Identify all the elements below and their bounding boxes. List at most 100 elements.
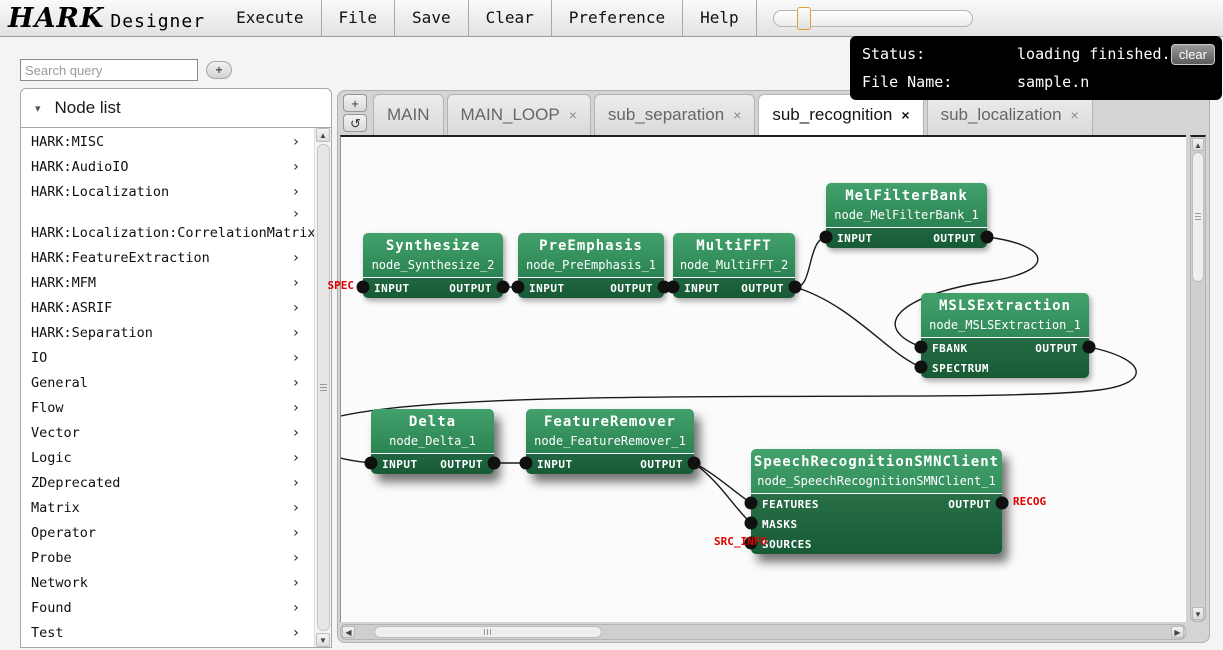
node-SpeechRecognitionSMNClient[interactable]: SpeechRecognitionSMNClientnode_SpeechRec… xyxy=(751,449,1002,554)
flow-canvas[interactable]: Synthesizenode_Synthesize_2INPUTOUTPUTPr… xyxy=(340,135,1186,622)
chevron-right-icon: › xyxy=(292,296,300,321)
node-ports: INPUTOUTPUT xyxy=(826,227,987,248)
search-add-button[interactable]: + xyxy=(206,61,232,79)
sidebar-item-flow[interactable]: ›Flow xyxy=(21,396,314,421)
output-port-label: OUTPUT xyxy=(640,458,683,471)
sidebar-item-label: Logic xyxy=(31,450,72,466)
menu-item-file[interactable]: File xyxy=(322,0,396,36)
input-port-label: FBANK xyxy=(932,342,968,355)
node-title: Delta xyxy=(371,409,494,433)
sidebar-item-hark-asrif[interactable]: ›HARK:ASRIF xyxy=(21,296,314,321)
hark-designer-app: HARK Designer ExecuteFileSaveClearPrefer… xyxy=(0,0,1223,650)
sidebar-item-label: HARK:Localization xyxy=(31,184,169,200)
sidebar-item-vector[interactable]: ›Vector xyxy=(21,421,314,446)
external-port-label: SPEC xyxy=(328,279,355,292)
node-title: MultiFFT xyxy=(673,233,795,257)
node-MSLSExtraction[interactable]: MSLSExtractionnode_MSLSExtraction_1FBANK… xyxy=(921,293,1089,378)
reload-icon[interactable]: ↺ xyxy=(343,114,367,132)
tab-sub_localization[interactable]: sub_localization× xyxy=(927,94,1093,135)
search-row: + xyxy=(20,58,332,82)
add-sheet-button[interactable]: + xyxy=(343,94,367,112)
canvas-vscrollbar[interactable]: ▲ ▼ xyxy=(1190,135,1206,622)
sidebar-item-io[interactable]: ›IO xyxy=(21,346,314,371)
zoom-slider[interactable] xyxy=(773,10,973,27)
sidebar-item-logic[interactable]: ›Logic xyxy=(21,446,314,471)
menu-item-execute[interactable]: Execute xyxy=(219,0,321,36)
sidebar-item-label: HARK:Separation xyxy=(31,325,153,341)
sidebar-item-hark-audioio[interactable]: ›HARK:AudioIO xyxy=(21,155,314,180)
node-FeatureRemover[interactable]: FeatureRemovernode_FeatureRemover_1INPUT… xyxy=(526,409,694,474)
node-list-title: Node list xyxy=(55,98,121,118)
scroll-left-icon[interactable]: ◀ xyxy=(342,626,355,638)
scroll-down-icon[interactable]: ▼ xyxy=(1192,607,1204,620)
node-list-header[interactable]: ▾ Node list xyxy=(20,88,332,128)
node-ports: FEATURESOUTPUTMASKSSOURCES xyxy=(751,493,1002,554)
node-Synthesize[interactable]: Synthesizenode_Synthesize_2INPUTOUTPUT xyxy=(363,233,503,298)
sidebar-item-operator[interactable]: ›Operator xyxy=(21,521,314,546)
sidebar-item-hark-localization-correlationmatrix[interactable]: ›HARK:Localization:CorrelationMatrix xyxy=(21,205,314,246)
node-PreEmphasis[interactable]: PreEmphasisnode_PreEmphasis_1INPUTOUTPUT xyxy=(518,233,664,298)
file-name-value: sample.n xyxy=(1017,73,1089,91)
sidebar-item-zdeprecated[interactable]: ›ZDeprecated xyxy=(21,471,314,496)
tab-bar: MAIN MAIN_LOOP×sub_separation×sub_recogni… xyxy=(373,94,1195,135)
search-input[interactable] xyxy=(20,59,198,81)
tab-close-icon[interactable]: × xyxy=(569,107,577,123)
scrollbar-thumb[interactable] xyxy=(317,144,330,631)
node-instance-name: node_SpeechRecognitionSMNClient_1 xyxy=(751,473,1002,493)
node-title: MelFilterBank xyxy=(826,183,987,207)
node-MelFilterBank[interactable]: MelFilterBanknode_MelFilterBank_1INPUTOU… xyxy=(826,183,987,248)
status-row: Status: loading finished. xyxy=(862,45,1171,63)
tab-sub_recognition[interactable]: sub_recognition× xyxy=(758,94,923,135)
chevron-right-icon: › xyxy=(292,271,300,296)
scroll-up-icon[interactable]: ▲ xyxy=(1192,138,1204,151)
scroll-right-icon[interactable]: ▶ xyxy=(1171,626,1184,638)
menu-item-help[interactable]: Help xyxy=(683,0,757,36)
sidebar-item-hark-featureextraction[interactable]: ›HARK:FeatureExtraction xyxy=(21,246,314,271)
zoom-slider-thumb[interactable] xyxy=(797,7,811,30)
tab-close-icon[interactable]: × xyxy=(901,107,909,123)
sidebar-item-matrix[interactable]: ›Matrix xyxy=(21,496,314,521)
node-Delta[interactable]: Deltanode_Delta_1INPUTOUTPUT xyxy=(371,409,494,474)
node-list-items: ›HARK:MISC›HARK:AudioIO›HARK:Localizatio… xyxy=(21,130,314,646)
sidebar-item-found[interactable]: ›Found xyxy=(21,596,314,621)
caret-down-icon: ▾ xyxy=(35,102,41,115)
menu-items: ExecuteFileSaveClearPreferenceHelp xyxy=(219,0,757,36)
canvas-hscrollbar[interactable]: ◀ ▶ xyxy=(340,624,1186,640)
output-port-label: OUTPUT xyxy=(449,282,492,295)
node-MultiFFT[interactable]: MultiFFTnode_MultiFFT_2INPUTOUTPUT xyxy=(673,233,795,298)
chevron-right-icon: › xyxy=(292,180,300,205)
menu-item-save[interactable]: Save xyxy=(395,0,469,36)
logo-hark: HARK xyxy=(8,3,104,34)
sidebar-item-label: HARK:AudioIO xyxy=(31,159,129,175)
node-title: PreEmphasis xyxy=(518,233,664,257)
sidebar-item-hark-separation[interactable]: ›HARK:Separation xyxy=(21,321,314,346)
clear-status-button[interactable]: clear xyxy=(1171,44,1215,65)
sidebar-item-hark-mfm[interactable]: ›HARK:MFM xyxy=(21,271,314,296)
sidebar-item-network[interactable]: ›Network xyxy=(21,571,314,596)
tab-main_loop[interactable]: MAIN_LOOP× xyxy=(447,94,591,135)
sidebar-item-label: IO xyxy=(31,350,47,366)
tab-main[interactable]: MAIN xyxy=(373,94,444,135)
scrollbar-thumb[interactable] xyxy=(1192,152,1204,282)
tab-close-icon[interactable]: × xyxy=(733,107,741,123)
sidebar-item-hark-localization[interactable]: › HARK:Localization xyxy=(21,180,314,205)
tab-close-icon[interactable]: × xyxy=(1071,107,1079,123)
tab-sub_separation[interactable]: sub_separation× xyxy=(594,94,755,135)
menu-item-preference[interactable]: Preference xyxy=(552,0,683,36)
scroll-up-icon[interactable]: ▲ xyxy=(316,128,330,142)
node-instance-name: node_MSLSExtraction_1 xyxy=(921,317,1089,337)
sidebar-item-test[interactable]: ›Test xyxy=(21,621,314,646)
scroll-down-icon[interactable]: ▼ xyxy=(316,633,330,647)
tab-label: MAIN xyxy=(387,105,430,125)
node-ports: FBANKOUTPUTSPECTRUM xyxy=(921,337,1089,378)
chevron-right-icon: › xyxy=(292,521,300,546)
scrollbar-thumb[interactable] xyxy=(374,626,602,638)
sidebar-item-probe[interactable]: ›Probe xyxy=(21,546,314,571)
node-list-scrollbar[interactable]: ▲ ▼ xyxy=(314,128,331,647)
node-ports: INPUTOUTPUT xyxy=(371,453,494,474)
sidebar-item-hark-misc[interactable]: ›HARK:MISC xyxy=(21,130,314,155)
menu-item-clear[interactable]: Clear xyxy=(469,0,552,36)
input-port-label: INPUT xyxy=(382,458,418,471)
input-port-label: FEATURES xyxy=(762,498,819,511)
sidebar-item-general[interactable]: ›General xyxy=(21,371,314,396)
